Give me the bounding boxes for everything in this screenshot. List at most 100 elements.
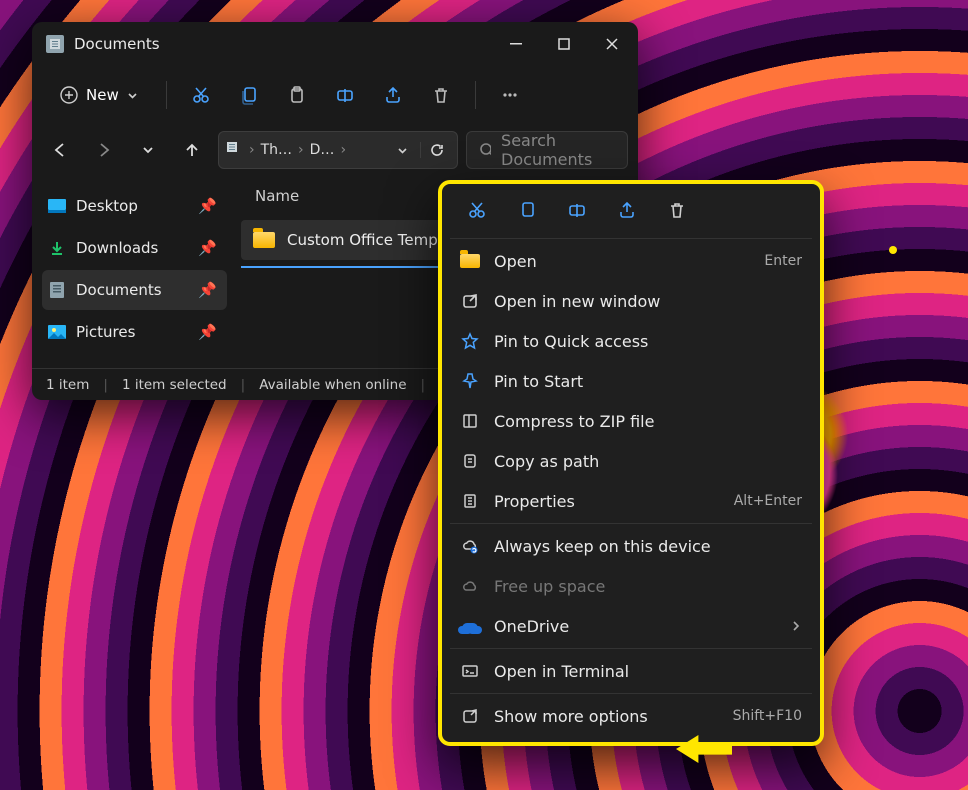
delete-button[interactable] — [421, 75, 461, 115]
status-count: 1 item — [46, 377, 89, 393]
ellipsis-icon — [500, 85, 520, 105]
folder-icon — [253, 232, 275, 248]
sidebar-item-desktop[interactable]: Desktop 📌 — [42, 186, 227, 226]
ctx-copy-path[interactable]: Copy as path — [442, 441, 820, 481]
breadcrumb-seg[interactable]: D… — [310, 142, 335, 158]
highlight-dot — [889, 246, 897, 254]
command-bar: New — [32, 66, 638, 124]
terminal-icon — [460, 661, 480, 681]
copy-path-icon — [460, 451, 480, 471]
selection-underline — [241, 266, 461, 268]
pin-icon: 📌 — [198, 323, 217, 341]
copy-icon — [239, 85, 259, 105]
up-button[interactable] — [174, 132, 210, 168]
ctx-hint: Enter — [764, 253, 802, 269]
ctx-compress-zip[interactable]: Compress to ZIP file — [442, 401, 820, 441]
folder-icon — [460, 254, 480, 268]
document-icon — [46, 35, 64, 53]
ctx-open[interactable]: Open Enter — [442, 241, 820, 281]
ctx-label: Pin to Quick access — [494, 332, 648, 351]
share-icon — [617, 200, 637, 220]
pictures-icon — [48, 323, 66, 341]
rename-icon — [567, 200, 587, 220]
clipboard-icon — [287, 85, 307, 105]
delete-button[interactable] — [662, 195, 692, 225]
pin-icon — [460, 371, 480, 391]
column-label: Name — [255, 187, 299, 205]
trash-icon — [667, 200, 687, 220]
cloud-icon — [460, 576, 480, 596]
copy-button[interactable] — [512, 195, 542, 225]
minimize-button[interactable] — [492, 22, 540, 66]
breadcrumb-seg[interactable]: Th… — [261, 142, 292, 158]
new-button[interactable]: New — [46, 80, 152, 110]
ctx-show-more-options[interactable]: Show more options Shift+F10 — [442, 696, 820, 736]
address-dropdown[interactable] — [391, 145, 414, 156]
sidebar-item-label: Pictures — [76, 323, 135, 341]
ctx-label: OneDrive — [494, 617, 569, 636]
share-icon — [383, 85, 403, 105]
status-availability: Available when online — [259, 377, 406, 393]
star-icon — [460, 331, 480, 351]
context-menu: Open Enter Open in new window Pin to Qui… — [438, 180, 824, 746]
more-options-icon — [460, 706, 480, 726]
chevron-down-icon — [127, 90, 138, 101]
search-box[interactable]: Search Documents — [466, 131, 628, 169]
sidebar-item-pictures[interactable]: Pictures 📌 — [42, 312, 227, 352]
titlebar[interactable]: Documents — [32, 22, 638, 66]
ctx-label: Always keep on this device — [494, 537, 711, 556]
desktop-icon — [48, 197, 66, 215]
ctx-label: Pin to Start — [494, 372, 583, 391]
share-button[interactable] — [612, 195, 642, 225]
ctx-onedrive[interactable]: OneDrive — [442, 606, 820, 646]
plus-circle-icon — [60, 86, 78, 104]
open-window-icon — [460, 291, 480, 311]
nav-row: › Th… › D… › Search Documents — [32, 124, 638, 176]
paste-button[interactable] — [277, 75, 317, 115]
pin-icon: 📌 — [198, 197, 217, 215]
ctx-pin-quick-access[interactable]: Pin to Quick access — [442, 321, 820, 361]
search-icon — [479, 142, 491, 158]
pin-icon: 📌 — [198, 281, 217, 299]
context-quick-actions — [442, 184, 820, 236]
document-icon — [227, 142, 243, 158]
ctx-label: Copy as path — [494, 452, 599, 471]
ctx-free-up-space[interactable]: Free up space — [442, 566, 820, 606]
cut-button[interactable] — [181, 75, 221, 115]
ctx-hint: Shift+F10 — [733, 708, 802, 724]
back-button[interactable] — [42, 132, 78, 168]
scissors-icon — [467, 200, 487, 220]
download-icon — [48, 239, 66, 257]
ctx-keep-on-device[interactable]: Always keep on this device — [442, 526, 820, 566]
ctx-properties[interactable]: Properties Alt+Enter — [442, 481, 820, 521]
forward-button[interactable] — [86, 132, 122, 168]
rename-icon — [335, 85, 355, 105]
zip-icon — [460, 411, 480, 431]
share-button[interactable] — [373, 75, 413, 115]
onedrive-icon — [460, 616, 480, 636]
sidebar-item-label: Downloads — [76, 239, 158, 257]
ctx-open-new-window[interactable]: Open in new window — [442, 281, 820, 321]
ctx-open-terminal[interactable]: Open in Terminal — [442, 651, 820, 691]
cut-button[interactable] — [462, 195, 492, 225]
ctx-label: Free up space — [494, 577, 605, 596]
address-bar[interactable]: › Th… › D… › — [218, 131, 458, 169]
search-placeholder: Search Documents — [501, 131, 615, 169]
maximize-button[interactable] — [540, 22, 588, 66]
properties-icon — [460, 491, 480, 511]
ctx-label: Show more options — [494, 707, 648, 726]
new-label: New — [86, 86, 119, 104]
ctx-pin-start[interactable]: Pin to Start — [442, 361, 820, 401]
rename-button[interactable] — [325, 75, 365, 115]
sidebar-item-documents[interactable]: Documents 📌 — [42, 270, 227, 310]
more-button[interactable] — [490, 75, 530, 115]
close-button[interactable] — [588, 22, 636, 66]
copy-button[interactable] — [229, 75, 269, 115]
refresh-button[interactable] — [420, 142, 449, 158]
trash-icon — [431, 85, 451, 105]
cloud-sync-icon — [460, 536, 480, 556]
sidebar-item-downloads[interactable]: Downloads 📌 — [42, 228, 227, 268]
rename-button[interactable] — [562, 195, 592, 225]
recent-locations-button[interactable] — [130, 132, 166, 168]
ctx-label: Compress to ZIP file — [494, 412, 654, 431]
